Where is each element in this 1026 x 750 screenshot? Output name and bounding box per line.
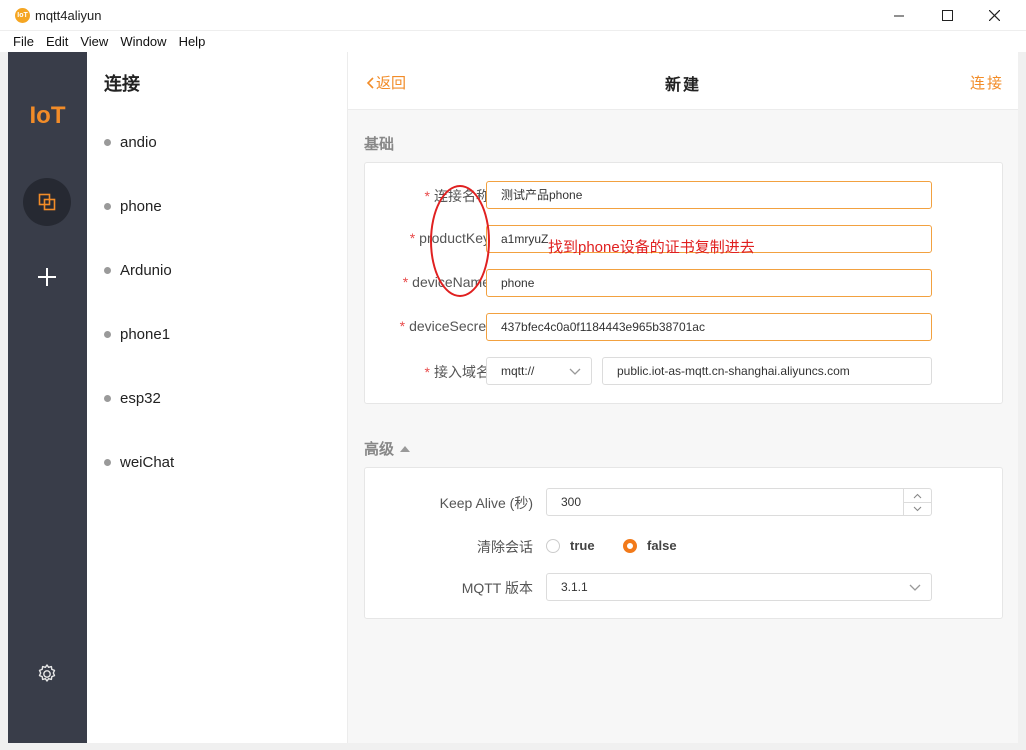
connection-list-title: 连接: [104, 74, 140, 94]
increment-button[interactable]: [904, 489, 931, 502]
chevron-down-icon: [909, 584, 921, 591]
copy-icon: [38, 193, 56, 211]
window-edge-left: [0, 52, 8, 743]
page-title: 新建: [664, 77, 701, 94]
label-text: 接入域名: [434, 364, 490, 380]
radio-label: true: [570, 538, 595, 553]
radio-circle-selected: [623, 538, 637, 553]
mqtt-version-value: 3.1.1: [561, 580, 588, 594]
list-item-label: weiChat: [120, 453, 175, 471]
menu-edit[interactable]: Edit: [46, 31, 68, 52]
list-item[interactable]: esp32: [104, 387, 161, 409]
gear-icon: [38, 664, 56, 682]
status-dot: [104, 330, 111, 338]
settings-button[interactable]: [35, 662, 59, 686]
new-connection-panel: 返回 新建 连接 基础 * 连接名称 测试产品phone * productKey …: [348, 52, 1018, 743]
app-icon: IoT: [15, 8, 30, 23]
list-item[interactable]: phone: [104, 195, 162, 217]
radio-label: false: [647, 538, 677, 553]
connection-name-input[interactable]: 测试产品phone: [486, 181, 932, 209]
menu-file[interactable]: File: [13, 31, 34, 52]
protocol-value: mqtt://: [501, 364, 535, 378]
title-bar: IoT mqtt4aliyun: [0, 0, 1026, 31]
clean-session-label: 清除会话: [477, 539, 533, 555]
radio-circle: [546, 538, 560, 553]
status-dot: [104, 458, 111, 466]
list-item[interactable]: Ardunio: [104, 259, 172, 281]
status-dot: [104, 394, 111, 402]
basic-section-title: 基础: [364, 136, 395, 153]
status-dot: [104, 138, 111, 146]
advanced-section-toggle[interactable]: 高级: [364, 438, 411, 459]
device-name-input[interactable]: phone: [486, 269, 932, 297]
close-button[interactable]: [971, 0, 1017, 31]
chevron-down-icon: [913, 506, 922, 512]
device-secret-input[interactable]: 437bfec4c0a0f1184443e965b38701ac: [486, 313, 932, 341]
advanced-settings-card: Keep Alive (秒) 300 清除会话 true false MQTT …: [364, 467, 1003, 619]
required-mark: *: [424, 188, 430, 204]
minimize-button[interactable]: [876, 0, 922, 31]
window-title: mqtt4aliyun: [35, 8, 102, 23]
maximize-icon: [941, 10, 953, 21]
list-item[interactable]: weiChat: [104, 451, 174, 473]
list-item-label: phone1: [120, 325, 171, 343]
domain-label: * 接入域名: [425, 362, 490, 382]
menu-help[interactable]: Help: [179, 31, 206, 52]
chevron-down-icon: [569, 368, 581, 375]
mqtt-version-select[interactable]: 3.1.1: [546, 573, 932, 601]
list-item-label: andio: [120, 133, 157, 151]
connections-nav-button[interactable]: [23, 178, 71, 226]
window-edge-right: [1018, 52, 1026, 743]
keep-alive-label: Keep Alive (秒): [439, 495, 533, 511]
advanced-section-title: 高级: [364, 441, 395, 458]
panel-header: 返回 新建 连接: [348, 52, 1018, 110]
keep-alive-input[interactable]: 300: [546, 488, 932, 516]
annotation-text: 找到phone设备的证书复制进去: [548, 239, 755, 256]
list-item-label: phone: [120, 197, 162, 215]
connection-list: 连接 andio phone Ardunio phone1 esp32 weiC…: [87, 52, 348, 743]
protocol-select[interactable]: mqtt://: [486, 357, 592, 385]
window-edge-bottom: [0, 743, 1026, 750]
decrement-button[interactable]: [904, 502, 931, 515]
status-dot: [104, 266, 111, 274]
menu-bar: File Edit View Window Help: [0, 31, 1026, 52]
status-dot: [104, 202, 111, 210]
annotation-ellipse: [430, 185, 490, 297]
menu-view[interactable]: View: [80, 31, 108, 52]
device-secret-label: * deviceSecret: [400, 318, 490, 334]
new-connection-button[interactable]: [33, 263, 61, 291]
mqtt-version-label: MQTT 版本: [461, 580, 533, 596]
caret-up-icon: [400, 445, 411, 452]
basic-section-label: 基础: [364, 133, 394, 154]
menu-window[interactable]: Window: [120, 31, 166, 52]
connect-button[interactable]: 连接: [970, 72, 1004, 93]
minimize-icon: [894, 15, 904, 16]
list-item-label: Ardunio: [120, 261, 172, 279]
clean-session-false-radio[interactable]: false: [623, 538, 677, 553]
maximize-button[interactable]: [924, 0, 970, 31]
iot-logo: IoT: [29, 102, 66, 129]
label-text: deviceSecret: [409, 318, 490, 334]
list-item[interactable]: andio: [104, 131, 157, 153]
keep-alive-value: 300: [561, 495, 582, 509]
required-mark: *: [399, 318, 406, 334]
keep-alive-stepper: [903, 489, 931, 515]
clean-session-true-radio[interactable]: true: [546, 538, 595, 553]
required-mark: *: [409, 230, 416, 246]
close-icon: [988, 10, 1000, 21]
list-item-label: esp32: [120, 389, 161, 407]
plus-icon: [38, 268, 56, 286]
required-mark: *: [402, 274, 409, 290]
app-sidebar: IoT: [8, 52, 87, 743]
required-mark: *: [424, 364, 430, 380]
host-input[interactable]: public.iot-as-mqtt.cn-shanghai.aliyuncs.…: [602, 357, 932, 385]
list-item[interactable]: phone1: [104, 323, 170, 345]
chevron-up-icon: [913, 493, 922, 498]
